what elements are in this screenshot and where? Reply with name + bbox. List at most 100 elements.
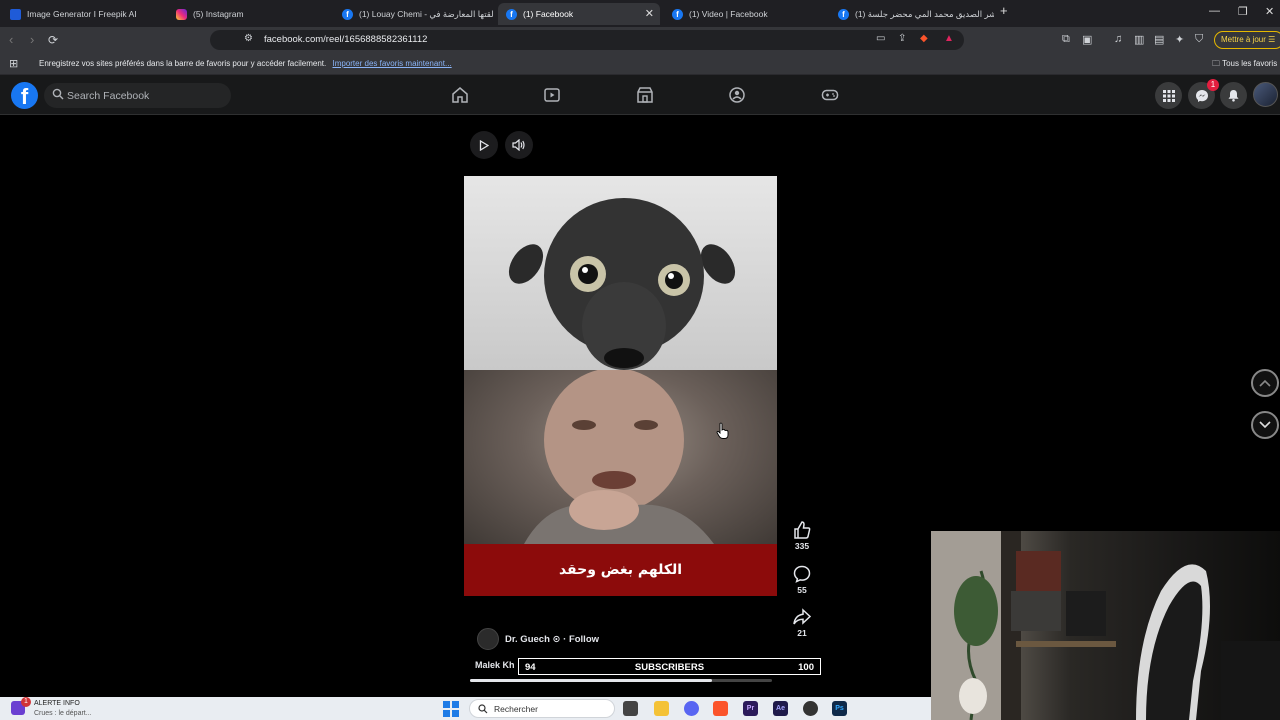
search-facebook-input[interactable]: Search Facebook xyxy=(44,83,231,108)
gaming-icon[interactable] xyxy=(821,86,839,104)
brave-shield-icon[interactable]: ◆ xyxy=(920,33,928,44)
share-icon[interactable] xyxy=(792,607,812,627)
premiere-icon[interactable]: Pr xyxy=(743,701,758,716)
tab-freepik[interactable]: Image Generator I Freepik AI xyxy=(2,3,162,25)
subscribers-current: 94 xyxy=(525,662,536,673)
next-reel-button[interactable] xyxy=(1251,411,1279,439)
news-alert-subtitle[interactable]: Crues : le départ... xyxy=(34,710,92,717)
notifications-button[interactable] xyxy=(1220,82,1247,109)
video-caption-band: الكلهم بغض وحقد xyxy=(464,544,777,596)
facebook-logo[interactable]: f xyxy=(11,82,38,109)
facebook-icon: f xyxy=(672,8,683,20)
screenshot-icon[interactable]: ▣ xyxy=(1082,33,1092,46)
new-tab-button[interactable]: + xyxy=(1000,3,1008,18)
facebook-icon: f xyxy=(838,8,849,20)
reel-progress-bar[interactable] xyxy=(470,679,772,682)
home-icon[interactable] xyxy=(451,86,469,104)
chevron-down-icon xyxy=(1259,421,1271,429)
update-button[interactable]: Mettre à jour ☰ xyxy=(1214,31,1280,49)
site-settings-icon[interactable]: ⚙︎ xyxy=(244,33,253,44)
windows-start-icon[interactable] xyxy=(443,701,459,717)
close-tab-icon[interactable]: ✕ xyxy=(645,7,654,20)
account-avatar[interactable] xyxy=(1253,82,1278,107)
play-button[interactable] xyxy=(470,131,498,159)
minimize-button[interactable]: — xyxy=(1209,5,1220,17)
reel-description: Malek Kh xyxy=(475,660,515,670)
facebook-header: f Search Facebook xyxy=(0,75,1280,115)
messenger-badge: 1 xyxy=(1207,79,1219,91)
author-avatar[interactable] xyxy=(477,628,499,650)
reel-progress-fill xyxy=(470,679,712,682)
bell-icon xyxy=(1228,90,1239,102)
like-icon[interactable] xyxy=(792,520,812,540)
update-button-label: Mettre à jour xyxy=(1221,35,1266,44)
verified-icon: ⊙ xyxy=(552,634,561,645)
search-placeholder: Search Facebook xyxy=(67,90,150,102)
wallet-icon[interactable]: ▤ xyxy=(1154,33,1164,46)
search-icon xyxy=(52,88,64,100)
close-window-button[interactable]: ✕ xyxy=(1265,5,1274,18)
comment-icon[interactable] xyxy=(792,564,812,584)
import-bookmarks-link[interactable]: Importer des favoris maintenant... xyxy=(332,59,451,68)
video-icon[interactable] xyxy=(543,86,561,104)
discord-icon[interactable] xyxy=(684,701,699,716)
tab-louay-chemi[interactable]: f (1) Louay Chemi - القتها المعارضة في xyxy=(334,3,494,25)
author-name[interactable]: Dr. Guech xyxy=(505,634,550,645)
author-line: Dr. Guech ⊙ · Follow xyxy=(505,634,600,645)
tab-instagram[interactable]: (5) Instagram xyxy=(168,3,334,25)
facebook-icon: f xyxy=(342,8,353,20)
davinci-icon[interactable] xyxy=(803,701,818,716)
volume-button[interactable] xyxy=(505,131,533,159)
tab-nashr[interactable]: f (1) نشر الصديق محمد المي محضر جلسة xyxy=(830,3,994,25)
previous-reel-button[interactable] xyxy=(1251,369,1279,397)
grid-icon xyxy=(1162,89,1175,102)
news-alert-title[interactable]: ALERTE INFO xyxy=(34,700,80,707)
music-icon[interactable]: ♫ xyxy=(1114,33,1122,45)
sidebar-icon[interactable]: ▥ xyxy=(1134,33,1144,46)
groups-icon[interactable] xyxy=(728,86,746,104)
restore-button[interactable]: ❐ xyxy=(1238,5,1248,18)
man-face-image xyxy=(524,368,714,544)
share-icon[interactable]: ⇪ xyxy=(898,33,906,44)
address-bar[interactable]: ⚙︎ facebook.com/reel/1656888582361112 ▭ … xyxy=(210,30,964,50)
tab-facebook-active[interactable]: f (1) Facebook ✕ xyxy=(498,3,660,25)
url-text[interactable]: facebook.com/reel/1656888582361112 xyxy=(264,34,427,45)
apps-grid-icon[interactable]: ⊞ xyxy=(9,57,18,70)
tab-title: (1) نشر الصديق محمد المي محضر جلسة xyxy=(855,8,994,19)
video-caption: الكلهم بغض وحقد xyxy=(558,562,683,578)
brave-rewards-icon[interactable]: ▲ xyxy=(944,33,954,44)
marketplace-icon[interactable] xyxy=(636,86,654,104)
reel-video[interactable]: الكلهم بغض وحقد xyxy=(464,176,777,596)
speaker-icon xyxy=(512,139,525,151)
vpn-icon[interactable]: ⛉ xyxy=(1195,33,1203,46)
task-view-icon[interactable] xyxy=(623,701,638,716)
file-explorer-icon[interactable] xyxy=(654,701,669,716)
tab-video-facebook[interactable]: f (1) Video | Facebook xyxy=(664,3,826,25)
chevron-up-icon xyxy=(1259,379,1271,387)
browser-tab-strip: Image Generator I Freepik AI (5) Instagr… xyxy=(0,0,1280,27)
photoshop-icon[interactable]: Ps xyxy=(832,701,847,716)
video-frame-man xyxy=(464,368,777,544)
subscribers-goal: 100 xyxy=(798,662,814,673)
forward-button[interactable]: › xyxy=(30,32,34,48)
tab-title: Image Generator I Freepik AI xyxy=(27,9,137,19)
back-button[interactable]: ‹ xyxy=(9,32,13,48)
video-frame-sheep-mask xyxy=(464,176,777,370)
bookmarks-prompt-text: Enregistrez vos sites préférés dans la b… xyxy=(39,59,327,68)
menu-grid-button[interactable] xyxy=(1155,82,1182,109)
tab-title: (1) Louay Chemi - القتها المعارضة في xyxy=(359,8,494,19)
taskbar-search-input[interactable]: Rechercher xyxy=(469,699,615,718)
messenger-icon xyxy=(1195,89,1208,102)
brave-icon[interactable] xyxy=(713,701,728,716)
cast-icon[interactable]: ▭ xyxy=(876,33,885,44)
reload-button[interactable]: ⟳ xyxy=(48,32,58,48)
tab-title: (5) Instagram xyxy=(193,9,244,19)
share-count: 21 xyxy=(797,628,807,638)
all-bookmarks-button[interactable]: 🗀︎ Tous les favoris xyxy=(1212,58,1277,72)
bookmarks-prompt: Enregistrez vos sites préférés dans la b… xyxy=(39,59,452,68)
extensions-icon[interactable]: ⧉ xyxy=(1062,33,1070,46)
follow-link[interactable]: Follow xyxy=(569,634,599,645)
facebook-icon: f xyxy=(506,8,517,20)
after-effects-icon[interactable]: Ae xyxy=(773,701,788,716)
leo-ai-icon[interactable]: ✦ xyxy=(1175,33,1184,46)
